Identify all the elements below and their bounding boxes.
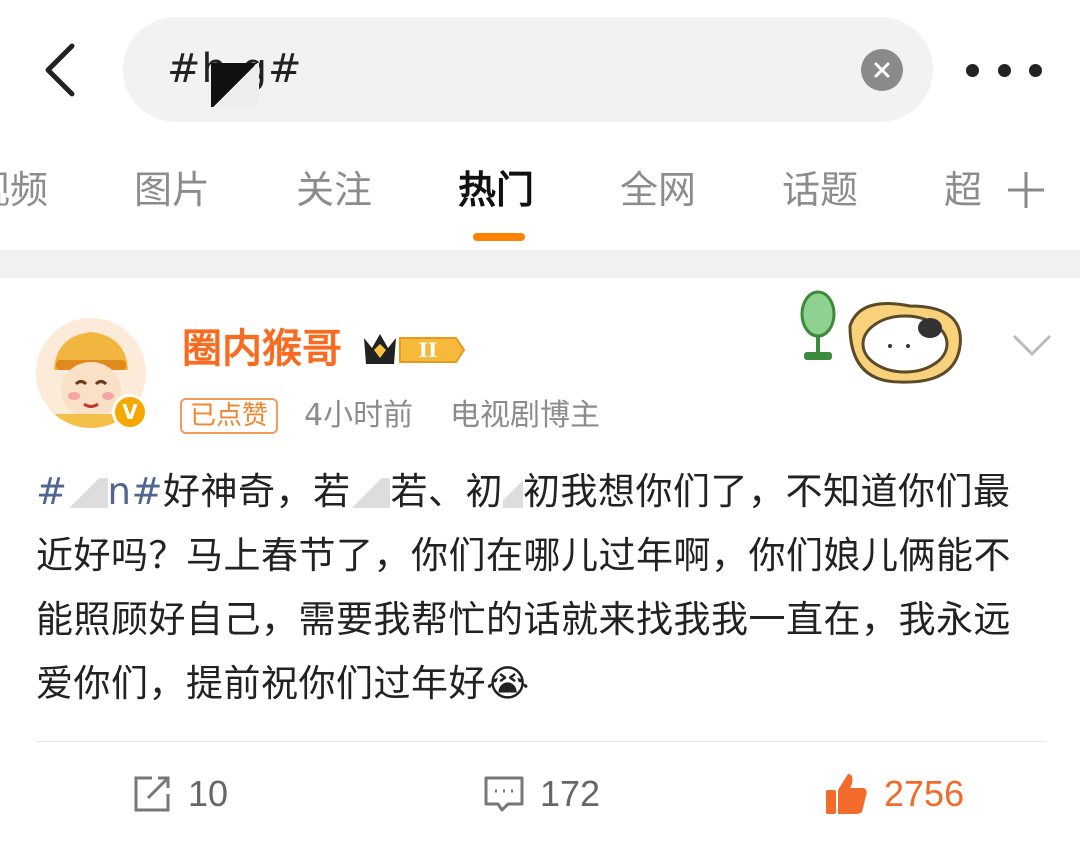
crown-vip-icon[interactable]: II bbox=[360, 330, 468, 370]
comment-count: 172 bbox=[540, 773, 601, 814]
redaction-mark bbox=[211, 63, 259, 107]
comment-icon bbox=[484, 776, 524, 812]
post-content: # n#好神奇，若 若、初 初我想你们了，不知道你们最近好吗？马上春节了，你们在哪儿过… bbox=[36, 460, 1046, 716]
dot-icon bbox=[1029, 63, 1042, 77]
post-menu-button[interactable] bbox=[1004, 324, 1060, 368]
crying-emoji-icon: 😭 bbox=[486, 662, 530, 705]
post-text-1: 好神奇， bbox=[162, 470, 313, 513]
vip-level-text: II bbox=[419, 338, 438, 362]
dot-icon bbox=[997, 63, 1011, 77]
hashtag-end: n# bbox=[107, 470, 163, 513]
top-search-bar: #h g# bbox=[0, 0, 1080, 138]
search-input[interactable]: #h g# bbox=[123, 17, 933, 122]
username[interactable]: 圈内猴哥 bbox=[182, 322, 342, 376]
chevron-left-icon bbox=[45, 43, 75, 97]
active-tab-indicator bbox=[473, 233, 525, 241]
tab-all-web[interactable]: 全网 bbox=[620, 162, 696, 218]
tab-images[interactable]: 图片 bbox=[134, 162, 210, 218]
repost-button[interactable]: 10 bbox=[130, 766, 228, 822]
verified-badge: V bbox=[112, 394, 148, 430]
hashtag-start: # bbox=[36, 470, 68, 513]
liked-tag: 已点赞 bbox=[180, 398, 279, 434]
tab-video[interactable]: 视频 bbox=[0, 162, 48, 218]
redaction-mark bbox=[67, 478, 108, 508]
search-tabs: 视频 图片 关注 热门 全网 话题 超 bbox=[0, 140, 1080, 248]
back-button[interactable] bbox=[30, 38, 90, 102]
add-tab-button[interactable] bbox=[1004, 168, 1048, 212]
redaction-mark bbox=[502, 478, 523, 508]
more-options-button[interactable] bbox=[966, 48, 1042, 92]
section-divider bbox=[0, 250, 1080, 278]
redaction-mark bbox=[350, 478, 391, 508]
repost-count: 10 bbox=[188, 773, 229, 814]
plus-icon bbox=[1008, 172, 1044, 208]
clear-search-button[interactable] bbox=[861, 49, 903, 91]
post-time: 4小时前 bbox=[304, 398, 414, 433]
like-count: 2756 bbox=[884, 773, 965, 814]
chevron-down-icon bbox=[1012, 334, 1052, 357]
thumbs-up-icon bbox=[826, 774, 867, 814]
post-text-2: 若 bbox=[312, 470, 351, 513]
tab-topics[interactable]: 话题 bbox=[782, 162, 858, 218]
like-button[interactable]: 2756 bbox=[822, 766, 964, 822]
post-text-3: 若、 bbox=[390, 470, 466, 513]
tab-super[interactable]: 超 bbox=[944, 162, 982, 218]
topic-hashtag[interactable]: # n# bbox=[36, 470, 163, 513]
repost-icon bbox=[134, 776, 170, 812]
dot-icon bbox=[966, 63, 979, 77]
post-card[interactable]: V 圈内猴哥 II 已点赞 4小时前 电视剧博主 # n#好神奇，若 若、初 初我想你… bbox=[0, 278, 1080, 851]
post-text-4: 初 bbox=[465, 470, 503, 513]
comment-button[interactable]: 172 bbox=[482, 766, 600, 822]
tab-following[interactable]: 关注 bbox=[296, 162, 372, 218]
tab-hot[interactable]: 热门 bbox=[458, 162, 534, 218]
close-icon bbox=[874, 62, 890, 78]
fan-and-pillow-decoration-icon bbox=[800, 290, 962, 384]
post-source: 电视剧博主 bbox=[450, 398, 600, 433]
action-divider bbox=[36, 741, 1046, 742]
